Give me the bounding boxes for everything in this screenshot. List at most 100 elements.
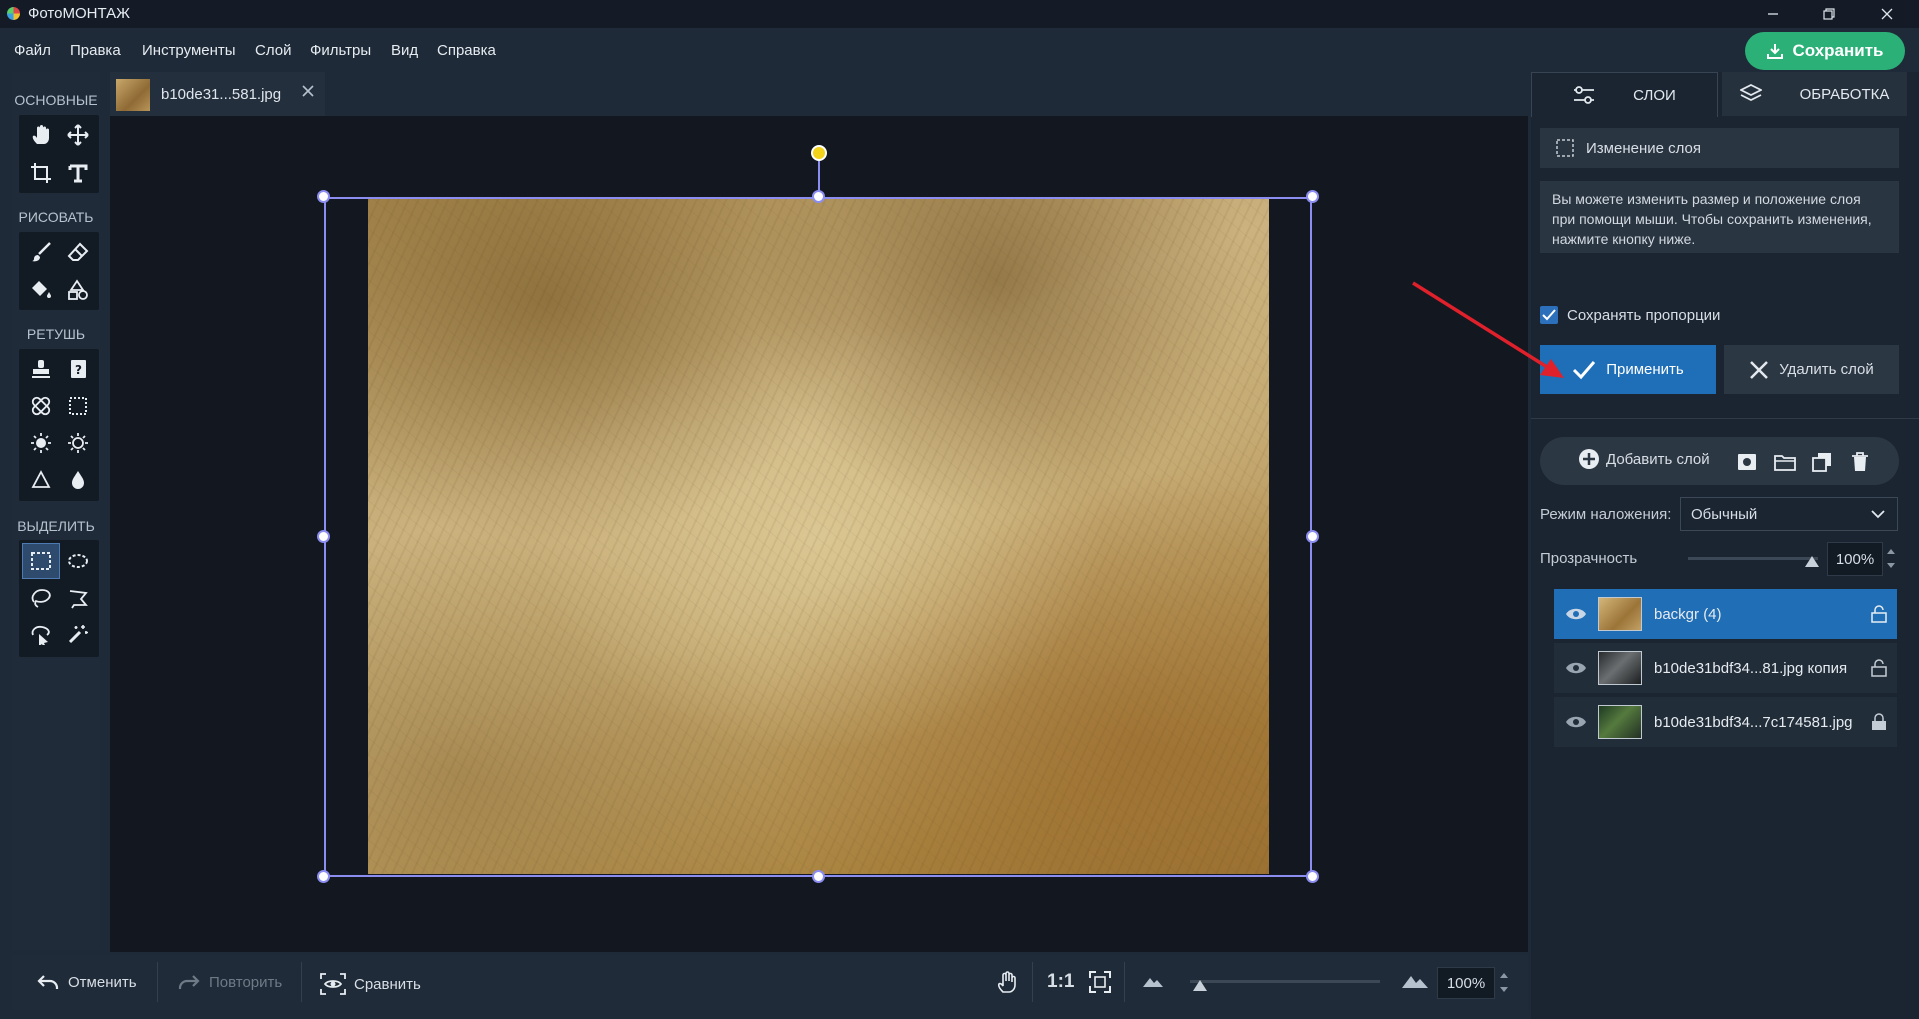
zoom-down-icon[interactable] (1499, 983, 1509, 997)
ellipse-select-icon[interactable] (60, 544, 96, 578)
undo-button[interactable]: Отменить (36, 973, 137, 991)
polygon-lasso-icon[interactable] (60, 581, 96, 615)
zoom-slider-thumb[interactable] (1192, 980, 1207, 991)
trash-icon[interactable] (1849, 451, 1871, 473)
eye-icon[interactable] (1554, 607, 1598, 621)
layer-row[interactable]: b10de31bdf34...7c174581.jpg (1554, 697, 1897, 747)
resize-handle-left[interactable] (317, 530, 330, 543)
resize-handle-top-right[interactable] (1306, 190, 1319, 203)
layer-row[interactable]: b10de31bdf34...81.jpg копия (1554, 643, 1897, 693)
menu-tools[interactable]: Инструменты (142, 42, 236, 59)
tab-layers-label: СЛОИ (1633, 86, 1676, 104)
frame-icon[interactable] (60, 389, 96, 423)
dashed-rect-icon (1556, 139, 1574, 157)
resize-handle-bottom-right[interactable] (1306, 870, 1319, 883)
layer-name: b10de31bdf34...81.jpg копия (1654, 659, 1848, 677)
dodge-icon[interactable] (23, 426, 59, 460)
healing-icon[interactable]: ? (60, 352, 96, 386)
eye-icon[interactable] (1554, 715, 1598, 729)
eye-icon[interactable] (1554, 661, 1598, 675)
zoom-in-mountain-icon[interactable] (1401, 971, 1429, 989)
resize-handle-bottom-left[interactable] (317, 870, 330, 883)
transform-bounding-box[interactable] (324, 197, 1312, 877)
unlock-icon[interactable] (1861, 659, 1897, 677)
svg-text:?: ? (75, 363, 82, 377)
menu-edit[interactable]: Правка (70, 42, 121, 59)
folder-icon[interactable] (1774, 451, 1796, 473)
annotation-arrow (1400, 280, 1570, 390)
patch-icon[interactable] (23, 389, 59, 423)
add-layer-label: Добавить слой (1606, 450, 1710, 468)
compare-label: Сравнить (354, 975, 421, 993)
zoom-value-field[interactable]: 100% (1437, 967, 1495, 999)
opacity-slider-thumb[interactable] (1805, 556, 1819, 567)
layer-thumbnail (1598, 651, 1642, 685)
redo-label: Повторить (209, 973, 283, 991)
redo-button[interactable]: Повторить (177, 973, 282, 991)
unlock-icon[interactable] (1861, 605, 1897, 623)
opacity-down-icon[interactable] (1886, 559, 1896, 573)
resize-handle-bottom[interactable] (812, 870, 825, 883)
resize-handle-top[interactable] (812, 190, 825, 203)
bottom-divider (1032, 962, 1033, 1002)
crop-icon[interactable] (23, 156, 59, 190)
layer-mask-icon[interactable] (1736, 451, 1758, 473)
tab-processing[interactable]: ОБРАБОТКА (1722, 72, 1907, 116)
compare-button[interactable]: Сравнить (320, 973, 421, 995)
move-icon[interactable] (60, 118, 96, 152)
close-tab-icon[interactable] (300, 83, 316, 99)
menu-filters[interactable]: Фильтры (310, 42, 371, 59)
actual-size-button[interactable]: 1:1 (1047, 971, 1074, 993)
blur-icon[interactable] (60, 463, 96, 497)
compare-icon (320, 973, 346, 995)
fit-screen-icon[interactable] (1089, 971, 1111, 993)
menu-file[interactable]: Файл (14, 42, 51, 59)
lasso-icon[interactable] (23, 581, 59, 615)
sharpen-icon[interactable] (23, 463, 59, 497)
layer-edit-header: Изменение слоя (1540, 128, 1899, 168)
hand-icon[interactable] (23, 118, 59, 152)
redo-icon (177, 973, 201, 991)
menu-view[interactable]: Вид (391, 42, 418, 59)
text-icon[interactable] (60, 156, 96, 190)
save-button-label: Сохранить (1792, 41, 1884, 60)
menu-help[interactable]: Справка (437, 42, 496, 59)
app-logo-icon (7, 7, 20, 20)
resize-handle-top-left[interactable] (317, 190, 330, 203)
rotate-handle[interactable] (811, 145, 827, 161)
blend-mode-select[interactable]: Обычный (1680, 497, 1898, 531)
layer-edit-info: Вы можете изменить размер и положение сл… (1540, 181, 1899, 253)
brush-icon[interactable] (23, 235, 59, 269)
stamp-icon[interactable] (23, 352, 59, 386)
duplicate-icon[interactable] (1811, 451, 1833, 473)
add-layer-button[interactable]: Добавить слой (1578, 448, 1710, 470)
resize-handle-right[interactable] (1306, 530, 1319, 543)
zoom-slider-track[interactable] (1190, 980, 1380, 983)
zoom-up-icon[interactable] (1499, 968, 1509, 982)
magnetic-lasso-icon[interactable] (23, 617, 59, 651)
opacity-up-icon[interactable] (1886, 544, 1896, 558)
lock-icon[interactable] (1861, 713, 1897, 731)
rect-select-icon[interactable] (22, 543, 60, 579)
fill-icon[interactable] (23, 273, 59, 307)
restore-icon[interactable] (1806, 0, 1852, 28)
undo-label: Отменить (68, 973, 137, 991)
opacity-slider-track[interactable] (1688, 557, 1818, 560)
close-icon[interactable] (1864, 0, 1910, 28)
zoom-out-mountain-icon[interactable] (1142, 974, 1164, 988)
tab-layers[interactable]: СЛОИ (1531, 72, 1718, 117)
burn-icon[interactable] (60, 426, 96, 460)
layer-row[interactable]: backgr (4) (1554, 589, 1897, 639)
eraser-icon[interactable] (60, 235, 96, 269)
menu-layer[interactable]: Слой (255, 42, 291, 59)
tool-group-draw (19, 232, 99, 310)
pan-icon[interactable] (997, 970, 1019, 994)
opacity-value-field[interactable]: 100% (1827, 542, 1883, 576)
delete-layer-button[interactable]: Удалить слой (1724, 345, 1899, 394)
save-button[interactable]: Сохранить (1745, 32, 1905, 70)
shapes-icon[interactable] (60, 273, 96, 307)
magic-wand-icon[interactable] (60, 617, 96, 651)
minimize-icon[interactable] (1750, 0, 1796, 28)
bottom-divider (157, 962, 158, 1002)
layers-stack-icon (1739, 84, 1762, 104)
